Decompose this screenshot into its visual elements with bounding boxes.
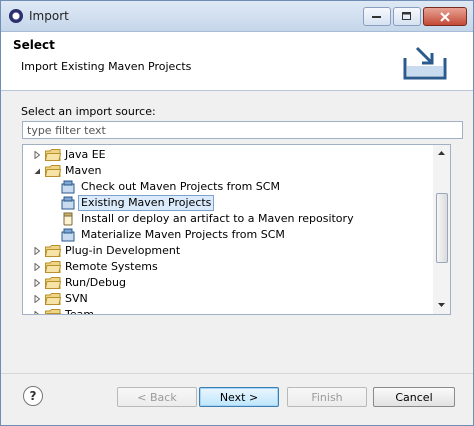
- eclipse-icon: [9, 9, 23, 23]
- tree-item-java-ee[interactable]: Java EE: [23, 147, 433, 163]
- tree-item-label: Remote Systems: [65, 260, 158, 273]
- finish-button[interactable]: Finish: [287, 387, 367, 407]
- tree-item-plugin-development[interactable]: Plug-in Development: [23, 243, 433, 259]
- tree-item-checkout-maven-projects[interactable]: Check out Maven Projects from SCM: [23, 179, 433, 195]
- footer-divider: [1, 373, 473, 374]
- expand-arrow-icon[interactable]: [33, 311, 41, 315]
- maven-wizard-icon: [61, 180, 75, 194]
- tree-item-remote-systems[interactable]: Remote Systems: [23, 259, 433, 275]
- folder-icon: [45, 245, 61, 257]
- scrollbar-thumb[interactable]: [436, 193, 448, 263]
- maven-wizard-icon: [61, 196, 75, 210]
- scroll-up-button[interactable]: [433, 145, 450, 161]
- collapse-arrow-icon[interactable]: [33, 167, 41, 175]
- expand-arrow-icon[interactable]: [33, 263, 41, 271]
- close-button[interactable]: [423, 7, 467, 26]
- folder-icon: [45, 293, 61, 305]
- window-controls: [361, 7, 467, 26]
- expand-arrow-icon[interactable]: [33, 295, 41, 303]
- folder-open-icon: [45, 165, 61, 177]
- tree-item-label: Install or deploy an artifact to a Maven…: [81, 212, 354, 225]
- tree-item-team[interactable]: Team: [23, 307, 433, 315]
- tree-item-label: Java EE: [65, 148, 106, 161]
- tree-item-install-deploy-artifact[interactable]: Install or deploy an artifact to a Maven…: [23, 211, 433, 227]
- title-bar[interactable]: Import: [1, 1, 473, 32]
- tree-item-materialize-maven-projects[interactable]: Materialize Maven Projects from SCM: [23, 227, 433, 243]
- import-source-label: Select an import source:: [21, 105, 156, 118]
- tree-item-svn[interactable]: SVN: [23, 291, 433, 307]
- tree-item-label: Run/Debug: [65, 276, 126, 289]
- folder-icon: [45, 309, 61, 314]
- tree-scrollbar[interactable]: [433, 144, 451, 315]
- next-button[interactable]: Next >: [199, 387, 279, 407]
- tree-item-run-debug[interactable]: Run/Debug: [23, 275, 433, 291]
- minimize-button[interactable]: [363, 7, 391, 26]
- tree-item-existing-maven-projects[interactable]: Existing Maven Projects: [23, 195, 433, 211]
- window-title: Import: [29, 9, 69, 23]
- expand-arrow-icon[interactable]: [33, 151, 41, 159]
- chevron-down-icon: [438, 303, 445, 307]
- expand-arrow-icon[interactable]: [33, 279, 41, 287]
- cancel-button[interactable]: Cancel: [373, 387, 455, 407]
- tree-item-maven[interactable]: Maven: [23, 163, 433, 179]
- expand-arrow-icon[interactable]: [33, 247, 41, 255]
- page-title: Select: [13, 38, 55, 52]
- maven-wizard-icon: [61, 228, 75, 242]
- question-mark-icon[interactable]: ?: [23, 386, 43, 406]
- tree-item-label: Maven: [65, 164, 102, 177]
- import-dialog: Import Select Import Existing Maven Proj…: [0, 0, 474, 426]
- jar-icon: [63, 212, 73, 226]
- folder-icon: [45, 277, 61, 289]
- folder-icon: [45, 261, 61, 273]
- scroll-down-button[interactable]: [433, 297, 450, 313]
- tree-item-label: Check out Maven Projects from SCM: [81, 180, 280, 193]
- tree-item-label: Team: [65, 308, 95, 315]
- wizard-header: Select Import Existing Maven Projects: [1, 32, 473, 91]
- import-wizard-icon: [403, 46, 447, 80]
- page-subtitle: Import Existing Maven Projects: [21, 60, 192, 73]
- import-source-tree[interactable]: Java EE Maven Check out Maven Projects f…: [22, 144, 451, 315]
- folder-icon: [45, 149, 61, 161]
- back-button[interactable]: < Back: [117, 387, 197, 407]
- tree-item-label: SVN: [65, 292, 88, 305]
- tree-item-label: Materialize Maven Projects from SCM: [81, 228, 285, 241]
- chevron-up-icon: [438, 151, 445, 155]
- tree-item-label: Plug-in Development: [65, 244, 181, 257]
- maximize-button[interactable]: [393, 7, 421, 26]
- filter-input[interactable]: [22, 121, 463, 139]
- tree-item-label: Existing Maven Projects: [78, 195, 215, 211]
